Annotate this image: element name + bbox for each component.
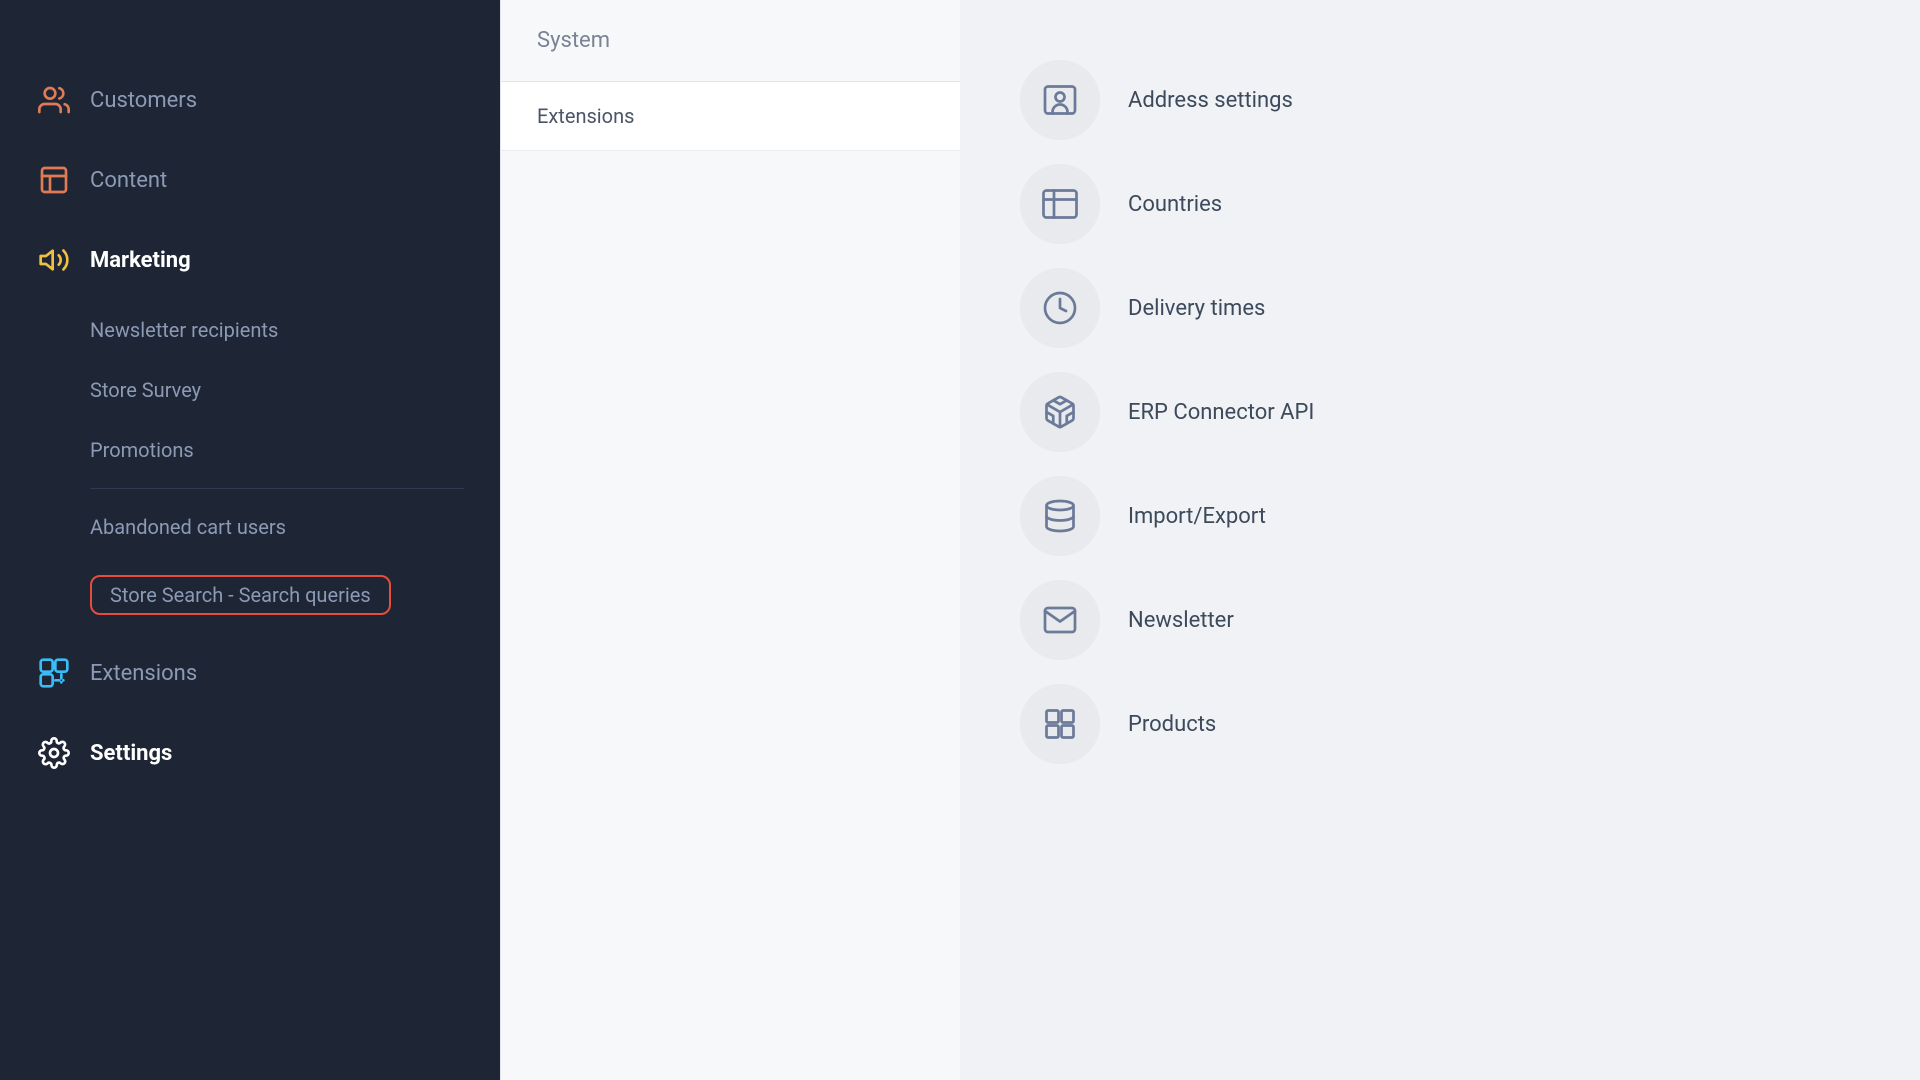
delivery-icon-circle [1020, 268, 1100, 348]
customers-icon [36, 82, 72, 118]
middle-header: System [501, 0, 960, 82]
sidebar-item-customers[interactable]: Customers [0, 60, 500, 140]
importexport-icon-circle [1020, 476, 1100, 556]
settings-importexport-label: Import/Export [1128, 504, 1266, 529]
sidebar-subitem-newsletter[interactable]: Newsletter recipients [0, 300, 500, 360]
store-search-highlight: Store Search - Search queries [90, 575, 391, 615]
middle-panel: System Extensions [500, 0, 960, 1080]
settings-item-delivery[interactable]: Delivery times [1020, 268, 1860, 348]
sidebar-subitem-store-search[interactable]: Store Search - Search queries [0, 557, 500, 633]
address-icon [1042, 82, 1078, 118]
sidebar-item-extensions-label: Extensions [90, 661, 197, 686]
marketing-icon [36, 242, 72, 278]
sidebar-item-customers-label: Customers [90, 88, 197, 113]
sidebar-marketing-subitems: Newsletter recipients Store Survey Promo… [0, 300, 500, 633]
settings-item-products[interactable]: Products [1020, 684, 1860, 764]
address-icon-circle [1020, 60, 1100, 140]
extensions-icon [36, 655, 72, 691]
settings-products-label: Products [1128, 712, 1216, 737]
delivery-icon [1042, 290, 1078, 326]
settings-grid: Address settings Countries Delivery t [1020, 40, 1860, 764]
sidebar-item-content-label: Content [90, 168, 167, 193]
sidebar: Customers Content Marketing Newsletter r… [0, 0, 500, 1080]
settings-newsletter-label: Newsletter [1128, 608, 1234, 633]
countries-icon-circle [1020, 164, 1100, 244]
settings-address-label: Address settings [1128, 88, 1293, 113]
settings-item-countries[interactable]: Countries [1020, 164, 1860, 244]
content-icon [36, 162, 72, 198]
newsletter-icon-circle [1020, 580, 1100, 660]
sidebar-item-marketing[interactable]: Marketing [0, 220, 500, 300]
erp-icon-circle [1020, 372, 1100, 452]
settings-erp-label: ERP Connector API [1128, 400, 1314, 425]
sidebar-item-settings-label: Settings [90, 741, 172, 766]
sidebar-item-content[interactable]: Content [0, 140, 500, 220]
settings-icon [36, 735, 72, 771]
settings-item-importexport[interactable]: Import/Export [1020, 476, 1860, 556]
importexport-icon [1042, 498, 1078, 534]
sidebar-subitem-abandoned-cart[interactable]: Abandoned cart users [0, 497, 500, 557]
settings-item-erp[interactable]: ERP Connector API [1020, 372, 1860, 452]
products-icon-circle [1020, 684, 1100, 764]
sidebar-subitem-survey[interactable]: Store Survey [0, 360, 500, 420]
settings-item-address[interactable]: Address settings [1020, 60, 1860, 140]
newsletter-icon [1042, 602, 1078, 638]
middle-item-extensions[interactable]: Extensions [501, 82, 960, 151]
sidebar-item-settings[interactable]: Settings [0, 713, 500, 793]
sidebar-divider [90, 488, 464, 489]
products-icon [1042, 706, 1078, 742]
settings-countries-label: Countries [1128, 192, 1222, 217]
countries-icon [1042, 186, 1078, 222]
main-content: Address settings Countries Delivery t [960, 0, 1920, 1080]
settings-delivery-label: Delivery times [1128, 296, 1265, 321]
erp-icon [1042, 394, 1078, 430]
settings-item-newsletter[interactable]: Newsletter [1020, 580, 1860, 660]
sidebar-subitem-promotions[interactable]: Promotions [0, 420, 500, 480]
sidebar-item-marketing-label: Marketing [90, 248, 191, 273]
sidebar-item-extensions[interactable]: Extensions [0, 633, 500, 713]
